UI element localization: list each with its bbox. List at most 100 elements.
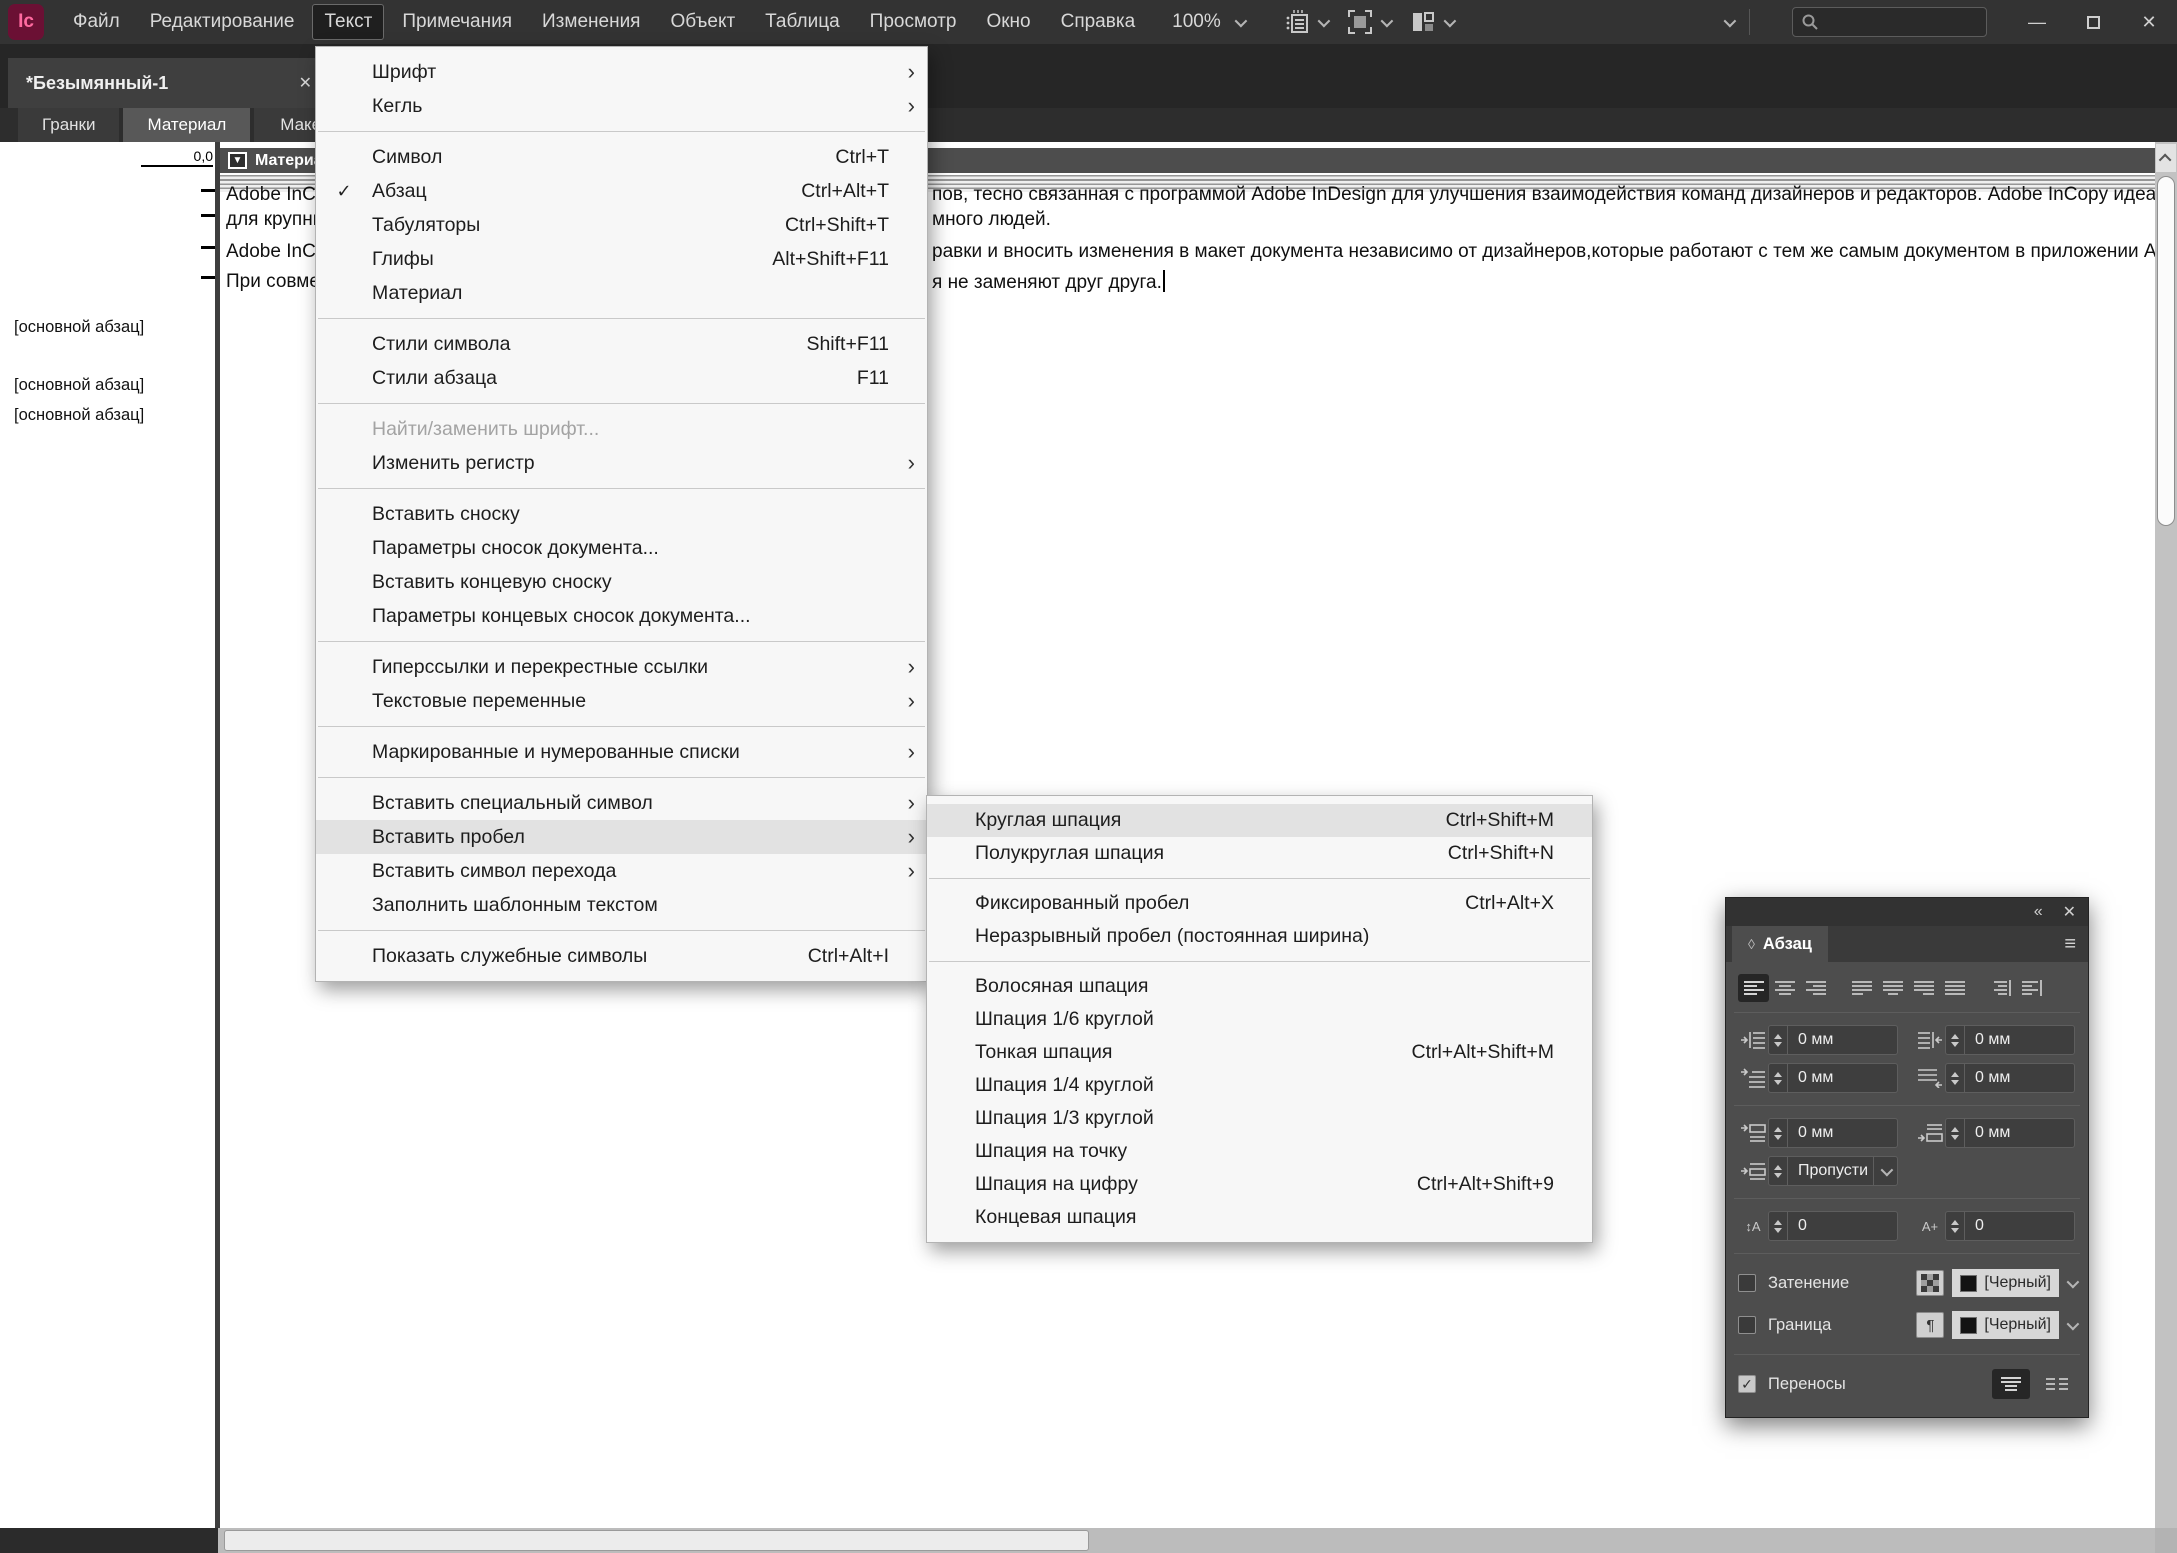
border-color-select[interactable]: [Черный] <box>1952 1311 2059 1339</box>
menu-item-glyphs[interactable]: ГлифыAlt+Shift+F11 <box>316 242 927 276</box>
text-line-fragment[interactable]: для крупны <box>226 208 326 232</box>
submenu-item-nonbreaking-space[interactable]: Фиксированный пробелCtrl+Alt+X <box>927 887 1592 920</box>
right-indent-stepper[interactable] <box>1945 1025 1965 1055</box>
text-line[interactable]: я не заменяют друг друга. <box>932 270 1165 295</box>
menu-item-bulleted-numbered-lists[interactable]: Маркированные и нумерованные списки› <box>316 735 927 769</box>
drop-cap-characters-field[interactable]: 0 <box>1965 1211 2075 1241</box>
justify-last-left-button[interactable] <box>1846 974 1877 1002</box>
hyphenation-checkbox[interactable]: ✓ <box>1738 1375 1756 1393</box>
tab-story[interactable]: Материал <box>123 108 250 142</box>
submenu-item-punctuation-space[interactable]: Шпация на точку <box>927 1135 1592 1168</box>
vertical-scroll-thumb[interactable] <box>2157 176 2175 526</box>
justify-last-right-button[interactable] <box>1908 974 1939 1002</box>
menu-notes[interactable]: Примечания <box>391 5 523 39</box>
submenu-item-nonbreaking-space-fixed[interactable]: Неразрывный пробел (постоянная ширина) <box>927 920 1592 953</box>
drop-cap-lines-field[interactable]: 0 <box>1788 1211 1898 1241</box>
align-center-button[interactable] <box>1769 974 1800 1002</box>
shading-swatch-grid-icon[interactable] <box>1916 1270 1944 1296</box>
submenu-item-quarter-space[interactable]: Шпация 1/4 круглой <box>927 1069 1592 1102</box>
text-line[interactable]: много людей. <box>932 208 1051 232</box>
panel-menu-icon[interactable]: ≡ <box>2064 933 2088 956</box>
tab-galley[interactable]: Гранки <box>18 108 119 142</box>
menu-help[interactable]: Справка <box>1050 5 1147 39</box>
submenu-item-hair-space[interactable]: Волосяная шпация <box>927 970 1592 1003</box>
chevron-down-icon[interactable] <box>1873 1157 1897 1185</box>
menu-item-change-case[interactable]: Изменить регистр› <box>316 446 927 480</box>
menu-table[interactable]: Таблица <box>754 5 851 39</box>
vertical-scrollbar[interactable] <box>2155 142 2177 1528</box>
menu-view[interactable]: Просмотр <box>859 5 968 39</box>
menu-window[interactable]: Окно <box>975 5 1041 39</box>
space-before-stepper[interactable] <box>1768 1118 1788 1148</box>
maximize-button[interactable] <box>2065 0 2121 44</box>
space-before-field[interactable]: 0 мм <box>1788 1118 1898 1148</box>
menu-item-tabs[interactable]: ТабуляторыCtrl+Shift+T <box>316 208 927 242</box>
workspace-chevron-icon[interactable] <box>1724 14 1737 27</box>
menu-item-text-variables[interactable]: Текстовые переменные› <box>316 684 927 718</box>
paragraph-border-icon[interactable]: ¶ <box>1916 1312 1944 1338</box>
last-line-indent-stepper[interactable] <box>1945 1063 1965 1093</box>
menu-item-paragraph-styles[interactable]: Стили абзацаF11 <box>316 361 927 395</box>
first-line-indent-field[interactable]: 0 мм <box>1788 1063 1898 1093</box>
menu-item-font[interactable]: Шрифт› <box>316 55 927 89</box>
chevron-down-icon[interactable] <box>2067 1275 2080 1288</box>
justify-last-center-button[interactable] <box>1877 974 1908 1002</box>
minimize-button[interactable]: — <box>2009 0 2065 44</box>
zoom-control[interactable]: 100% <box>1172 11 1244 33</box>
submenu-item-em-space[interactable]: Круглая шпацияCtrl+Shift+M <box>927 804 1592 837</box>
text-line-fragment[interactable]: Adobe InCo <box>226 183 326 207</box>
menu-item-insert-special-character[interactable]: Вставить специальный символ› <box>316 786 927 820</box>
menu-item-insert-break-character[interactable]: Вставить символ перехода› <box>316 854 927 888</box>
notes-view-dropdown[interactable] <box>1284 9 1327 35</box>
left-indent-stepper[interactable] <box>1768 1025 1788 1055</box>
menu-item-insert-footnote[interactable]: Вставить сноску <box>316 497 927 531</box>
search-input[interactable] <box>1819 13 1978 31</box>
justify-all-button[interactable] <box>1939 974 1970 1002</box>
shading-color-select[interactable]: [Черный] <box>1952 1269 2059 1297</box>
two-column-view-button[interactable] <box>2038 1369 2076 1399</box>
column-divider[interactable] <box>215 142 220 1528</box>
menu-item-character[interactable]: СимволCtrl+T <box>316 140 927 174</box>
layout-view-dropdown[interactable] <box>1410 9 1453 35</box>
close-panel-icon[interactable]: ✕ <box>2063 902 2076 922</box>
first-line-indent-stepper[interactable] <box>1768 1063 1788 1093</box>
menu-item-fill-placeholder-text[interactable]: Заполнить шаблонным текстом <box>316 888 927 922</box>
space-between-select[interactable]: Пропусти <box>1788 1156 1898 1186</box>
menu-type[interactable]: Текст <box>313 5 383 39</box>
menu-item-size[interactable]: Кегль› <box>316 89 927 123</box>
drop-cap-lines-stepper[interactable] <box>1768 1211 1788 1241</box>
document-tab[interactable]: *Безымянный-1 ✕ <box>8 58 330 108</box>
submenu-item-third-space[interactable]: Шпация 1/3 круглой <box>927 1102 1592 1135</box>
close-icon[interactable]: ✕ <box>299 73 312 93</box>
menu-item-paragraph[interactable]: ✓АбзацCtrl+Alt+T <box>316 174 927 208</box>
menu-file[interactable]: Файл <box>62 5 131 39</box>
align-away-from-spine-button[interactable] <box>2016 974 2047 1002</box>
text-line-fragment[interactable]: Adobe InCo <box>226 240 326 264</box>
menu-item-footnote-options[interactable]: Параметры сносок документа... <box>316 531 927 565</box>
menu-item-story[interactable]: Материал <box>316 276 927 310</box>
single-column-view-button[interactable] <box>1992 1369 2030 1399</box>
last-line-indent-field[interactable]: 0 мм <box>1965 1063 2075 1093</box>
submenu-item-figure-space[interactable]: Шпация на цифруCtrl+Alt+Shift+9 <box>927 1168 1592 1201</box>
collapse-panel-icon[interactable]: « <box>2034 903 2043 921</box>
menu-item-show-hidden-characters[interactable]: Показать служебные символыCtrl+Alt+I <box>316 939 927 973</box>
align-toward-spine-button[interactable] <box>1985 974 2016 1002</box>
submenu-item-flush-space[interactable]: Концевая шпация <box>927 1201 1592 1234</box>
align-left-button[interactable] <box>1738 974 1769 1002</box>
scroll-up-button[interactable] <box>2156 144 2176 172</box>
horizontal-scroll-thumb[interactable] <box>224 1530 1089 1551</box>
search-box[interactable] <box>1792 7 1987 37</box>
menu-item-endnote-options[interactable]: Параметры концевых сносок документа... <box>316 599 927 633</box>
submenu-item-en-space[interactable]: Полукруглая шпацияCtrl+Shift+N <box>927 837 1592 870</box>
text-line[interactable]: равки и вносить изменения в макет докуме… <box>932 240 2155 264</box>
text-line[interactable]: пов, тесно связанная с программой Adobe … <box>932 183 2155 207</box>
border-checkbox[interactable] <box>1738 1316 1756 1334</box>
menu-item-insert-endnote[interactable]: Вставить концевую сноску <box>316 565 927 599</box>
submenu-item-sixth-space[interactable]: Шпация 1/6 круглой <box>927 1003 1592 1036</box>
chevron-down-icon[interactable] <box>2067 1317 2080 1330</box>
paragraph-panel-tab[interactable]: ◊ Абзац <box>1732 926 1828 962</box>
space-after-stepper[interactable] <box>1945 1118 1965 1148</box>
menu-object[interactable]: Объект <box>659 5 746 39</box>
chevron-down-icon[interactable] <box>1234 14 1247 27</box>
submenu-item-thin-space[interactable]: Тонкая шпацияCtrl+Alt+Shift+M <box>927 1036 1592 1069</box>
